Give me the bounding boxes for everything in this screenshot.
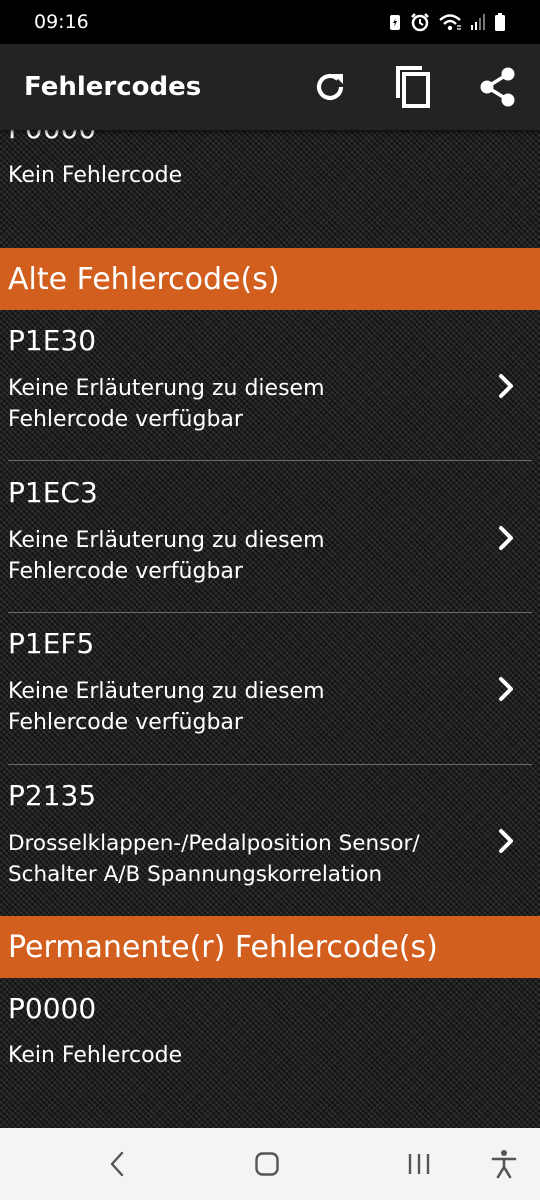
system-nav-bar <box>0 1128 540 1200</box>
share-icon <box>480 67 515 107</box>
status-time: 09:16 <box>34 11 89 33</box>
description-line: Keine Erläuterung zu diesem <box>8 528 325 553</box>
wifi-icon <box>439 14 461 31</box>
app-bar: Fehlercodes <box>0 44 540 130</box>
accessibility-icon <box>491 1150 517 1179</box>
section-header-old-codes: Alte Fehlercode(s) <box>0 248 540 310</box>
copy-icon <box>396 66 430 108</box>
chevron-right-icon[interactable] <box>492 675 520 703</box>
description-line: Keine Erläuterung zu diesem <box>8 679 325 704</box>
back-icon <box>110 1151 124 1177</box>
error-description: Kein Fehlercode <box>8 1043 183 1068</box>
signal-icon <box>471 14 485 30</box>
alarm-icon <box>411 13 429 32</box>
home-icon <box>255 1152 279 1176</box>
home-button[interactable] <box>247 1148 287 1180</box>
recents-icon <box>408 1154 430 1174</box>
error-code: P1EC3 <box>8 476 98 509</box>
error-description: Kein Fehlercode <box>8 163 183 188</box>
chevron-right-icon[interactable] <box>492 372 520 400</box>
refresh-icon <box>316 73 344 101</box>
error-code: P1EF5 <box>8 627 95 660</box>
battery-saver-icon <box>390 15 400 30</box>
share-button[interactable] <box>473 62 523 112</box>
error-description: Keine Erläuterung zu diesem Fehlercode v… <box>8 373 478 435</box>
error-description: Drosselklappen-/Pedalposition Sensor/ Sc… <box>8 828 488 890</box>
chevron-right-icon[interactable] <box>492 827 520 855</box>
error-code: P0000 <box>8 992 97 1025</box>
error-code: P2135 <box>8 779 97 812</box>
description-line: Keine Erläuterung zu diesem <box>8 376 325 401</box>
divider <box>8 764 532 765</box>
chevron-right-icon[interactable] <box>492 524 520 552</box>
divider <box>8 612 532 613</box>
back-button[interactable] <box>97 1148 137 1180</box>
app-screen: 09:16 Fehlercodes Kein Fehlercode Alte F… <box>0 0 540 1200</box>
copy-button[interactable] <box>388 62 438 112</box>
error-description: Keine Erläuterung zu diesem Fehlercode v… <box>8 676 478 738</box>
description-line: Fehlercode verfügbar <box>8 559 243 584</box>
error-code: P1E30 <box>8 324 97 357</box>
description-line: Fehlercode verfügbar <box>8 407 243 432</box>
error-description: Keine Erläuterung zu diesem Fehlercode v… <box>8 525 478 587</box>
error-code-list: P0000 Kein Fehlercode Alte Fehlercode(s)… <box>0 130 540 1128</box>
battery-icon <box>495 13 505 31</box>
error-code: P0000 <box>8 130 96 145</box>
description-line: Schalter A/B Spannungskorrelation <box>8 862 383 887</box>
description-line: Drosselklappen-/Pedalposition Sensor/ <box>8 831 420 856</box>
section-header-permanent-codes: Permanente(r) Fehlercode(s) <box>0 916 540 978</box>
page-title: Fehlercodes <box>24 72 202 102</box>
status-icons <box>388 12 506 32</box>
refresh-button[interactable] <box>305 62 355 112</box>
description-line: Fehlercode verfügbar <box>8 710 243 735</box>
status-bar: 09:16 <box>0 0 540 44</box>
accessibility-button[interactable] <box>484 1148 524 1180</box>
divider <box>8 460 532 461</box>
recents-button[interactable] <box>399 1148 439 1180</box>
